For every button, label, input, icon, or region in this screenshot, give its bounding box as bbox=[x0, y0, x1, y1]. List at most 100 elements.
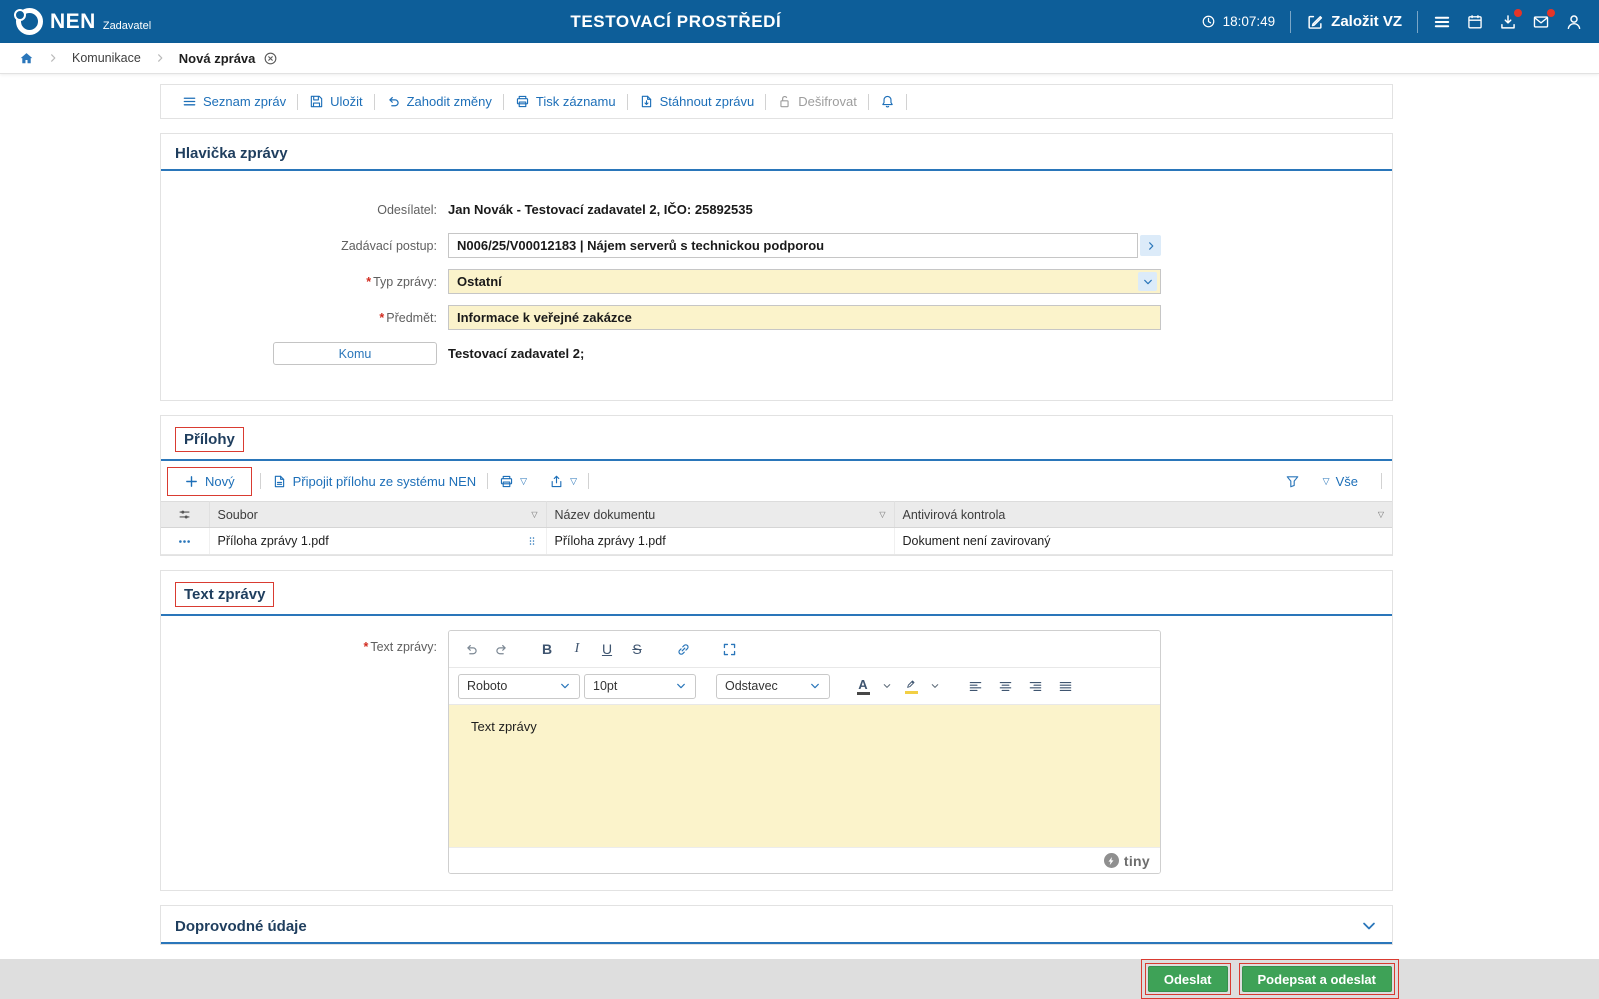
nen-logo[interactable]: NEN Zadavatel bbox=[14, 8, 151, 35]
font-family-select[interactable]: Roboto bbox=[458, 673, 580, 699]
undo-button[interactable] bbox=[458, 636, 484, 662]
font-size-select[interactable]: 10pt bbox=[584, 673, 696, 699]
toolbar-save-button[interactable]: Uložit bbox=[298, 94, 374, 109]
main-menu-button[interactable] bbox=[1433, 13, 1451, 31]
topbar-actions: 18:07:49 Založit VZ bbox=[1201, 8, 1583, 33]
filter-funnel-icon bbox=[1285, 474, 1300, 489]
dropdown-triangle-icon: ▽ bbox=[570, 475, 577, 486]
column-filter-icon[interactable]: ▽ bbox=[531, 510, 537, 519]
show-all-button[interactable]: ▽ Vše bbox=[1312, 474, 1369, 489]
undo-icon bbox=[386, 94, 401, 109]
close-page-button[interactable] bbox=[263, 51, 278, 66]
divider bbox=[1290, 10, 1292, 33]
toolbar-download-message-button[interactable]: Stáhnout zprávu bbox=[628, 94, 766, 109]
message-header-form: Odesílatel: Jan Novák - Testovací zadava… bbox=[161, 171, 1392, 400]
redo-button[interactable] bbox=[488, 636, 514, 662]
italic-button[interactable]: I bbox=[564, 636, 590, 662]
create-vz-button[interactable]: Založit VZ bbox=[1306, 13, 1402, 31]
home-button[interactable] bbox=[19, 51, 34, 66]
procedure-field[interactable]: N006/25/V00012183 | Nájem serverů s tech… bbox=[448, 233, 1138, 258]
attachment-row[interactable]: Příloha zprávy 1.pdf Příloha zprávy 1.pd… bbox=[161, 527, 1392, 555]
toolbar-discard-button[interactable]: Zahodit změny bbox=[375, 94, 503, 109]
column-header-antivirus[interactable]: Antivirová kontrola ▽ bbox=[894, 501, 1392, 528]
row-menu-button[interactable] bbox=[177, 534, 192, 549]
attach-from-nen-button[interactable]: Připojit přílohu ze systému NEN bbox=[261, 474, 488, 489]
bold-button[interactable]: B bbox=[534, 636, 560, 662]
footer-action-bar: Odeslat Podepsat a odeslat bbox=[0, 959, 1599, 999]
text-color-swatch bbox=[856, 691, 870, 695]
divider bbox=[1381, 473, 1382, 489]
record-toolbar: Seznam zpráv Uložit Zahodit změny Tisk z… bbox=[160, 84, 1393, 119]
chevron-down-icon bbox=[1360, 917, 1378, 935]
home-icon bbox=[19, 51, 34, 66]
align-right-button[interactable] bbox=[1022, 673, 1048, 699]
align-center-button[interactable] bbox=[992, 673, 1018, 699]
message-text-label: * Text zprávy: bbox=[363, 640, 437, 654]
user-icon bbox=[1565, 13, 1583, 31]
chevron-down-icon[interactable] bbox=[1138, 272, 1157, 291]
column-filter-icon[interactable]: ▽ bbox=[1378, 510, 1384, 519]
column-filter-icon[interactable]: ▽ bbox=[879, 510, 885, 519]
align-justify-button[interactable] bbox=[1052, 673, 1078, 699]
save-icon bbox=[309, 94, 324, 109]
editor-statusbar: tiny bbox=[449, 847, 1160, 873]
chevron-down-icon bbox=[882, 681, 892, 691]
insert-link-button[interactable] bbox=[670, 636, 696, 662]
tinymce-logo-icon bbox=[1103, 853, 1119, 868]
procedure-label: Zadávací postup: bbox=[341, 238, 437, 253]
breadcrumb: Komunikace Nová zpráva bbox=[0, 43, 1599, 74]
downloads-button[interactable] bbox=[1499, 8, 1522, 31]
top-header: NEN Zadavatel TESTOVACÍ PROSTŘEDÍ 18:07:… bbox=[0, 0, 1599, 43]
procedure-open-button[interactable] bbox=[1140, 235, 1161, 256]
sender-label: Odesílatel: bbox=[377, 202, 437, 217]
expand-section-button[interactable] bbox=[1360, 917, 1378, 935]
fullscreen-button[interactable] bbox=[716, 636, 742, 662]
align-left-button[interactable] bbox=[962, 673, 988, 699]
fullscreen-icon bbox=[722, 642, 737, 657]
profile-button[interactable] bbox=[1565, 13, 1583, 31]
align-center-icon bbox=[998, 679, 1013, 694]
annotation-box: Odeslat Podepsat a odeslat bbox=[1140, 959, 1399, 999]
block-format-select[interactable]: Odstavec bbox=[716, 673, 830, 699]
highlight-color-menu-button[interactable] bbox=[928, 673, 942, 699]
highlight-color-swatch bbox=[904, 691, 918, 694]
filter-button[interactable] bbox=[1285, 474, 1300, 489]
editor-content-area[interactable]: Text zprávy bbox=[449, 705, 1160, 847]
subject-input[interactable] bbox=[448, 305, 1161, 330]
text-color-menu-button[interactable] bbox=[880, 673, 894, 699]
attachment-file-name: Příloha zprávy 1.pdf bbox=[217, 534, 329, 548]
highlight-color-button[interactable] bbox=[898, 673, 924, 699]
recipients-button[interactable]: Komu bbox=[273, 342, 437, 365]
text-color-button[interactable]: A bbox=[850, 673, 876, 699]
environment-title: TESTOVACÍ PROSTŘEDÍ bbox=[570, 11, 782, 31]
calendar-button[interactable] bbox=[1466, 13, 1484, 31]
print-attachments-button[interactable]: ▽ bbox=[488, 474, 538, 489]
unlock-icon bbox=[777, 94, 792, 109]
strikethrough-button[interactable]: S bbox=[624, 636, 650, 662]
breadcrumb-separator-icon bbox=[154, 52, 166, 64]
export-attachments-button[interactable]: ▽ bbox=[538, 474, 588, 489]
sign-and-send-button[interactable]: Podepsat a odeslat bbox=[1241, 966, 1392, 992]
edit-icon bbox=[1306, 13, 1324, 31]
breadcrumb-komunikace[interactable]: Komunikace bbox=[72, 51, 141, 65]
attachment-antivirus-status: Dokument není zavirovaný bbox=[894, 527, 1392, 555]
toolbar-print-button[interactable]: Tisk záznamu bbox=[504, 94, 627, 109]
drag-handle-icon[interactable] bbox=[526, 535, 538, 547]
editor-text: Text zprávy bbox=[471, 719, 537, 734]
toolbar-notifications-button[interactable] bbox=[869, 94, 906, 109]
messages-button[interactable] bbox=[1532, 8, 1555, 31]
toolbar-message-list-button[interactable]: Seznam zpráv bbox=[171, 94, 297, 109]
section-title: Doprovodné údaje bbox=[175, 917, 307, 935]
underline-button[interactable]: U bbox=[594, 636, 620, 662]
send-button[interactable]: Odeslat bbox=[1147, 966, 1228, 992]
download-document-icon bbox=[639, 94, 654, 109]
clock-icon bbox=[1201, 14, 1216, 29]
table-settings-icon[interactable] bbox=[177, 507, 192, 522]
redo-icon bbox=[494, 642, 509, 657]
new-attachment-button[interactable]: Nový bbox=[173, 474, 246, 489]
section-attachments: Přílohy Nový Připojit přílohu ze systému… bbox=[160, 415, 1393, 556]
chevron-down-icon bbox=[675, 680, 687, 692]
column-header-doc-name[interactable]: Název dokumentu ▽ bbox=[546, 501, 895, 528]
column-header-file[interactable]: Soubor ▽ bbox=[209, 501, 547, 528]
message-type-select[interactable]: Ostatní bbox=[448, 269, 1161, 294]
